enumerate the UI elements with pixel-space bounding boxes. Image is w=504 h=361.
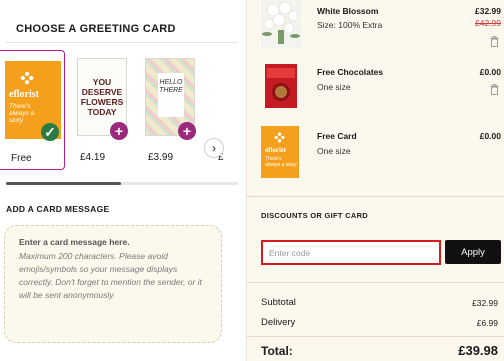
total-label: Total:: [261, 344, 293, 358]
card-price: £4.19: [80, 152, 106, 163]
delivery-value: £6.99: [476, 318, 498, 328]
card-option-hello-there[interactable]: HELLO THERE + £3.99: [140, 50, 200, 170]
greeting-card-panel: CHOOSE A GREETING CARD eflorist There's …: [0, 0, 246, 361]
discount-title: DISCOUNTS OR GIFT CARD: [261, 211, 369, 220]
card-price: Free: [11, 153, 32, 164]
apply-button[interactable]: Apply: [445, 240, 501, 264]
trash-icon[interactable]: [490, 36, 499, 47]
flower-icon: [274, 132, 285, 143]
card-logo: eflorist: [9, 89, 39, 100]
card-message-input[interactable]: Enter a card message here. Maximum 200 c…: [4, 225, 222, 343]
card-price: £3.99: [148, 152, 174, 163]
free-card-image: eflorist There's always a story: [261, 126, 299, 178]
item-name: White Blossom: [317, 6, 379, 16]
item-price: £32.99: [475, 6, 501, 16]
card-logo: eflorist: [265, 146, 286, 154]
card-tagline: There's always a story: [9, 103, 35, 124]
chevron-right-icon[interactable]: ›: [204, 138, 224, 158]
discount-code-input[interactable]: [261, 240, 441, 265]
card-option-eflorist[interactable]: eflorist There's always a story ✓ Free: [0, 50, 65, 170]
item-price: £0.00: [479, 131, 501, 141]
message-placeholder-hint: Maximum 200 characters. Please avoid emo…: [19, 251, 202, 300]
add-icon[interactable]: +: [110, 122, 128, 140]
card-message-title: ADD A CARD MESSAGE: [6, 204, 110, 214]
check-icon: ✓: [41, 123, 59, 141]
item-size: Size: 100% Extra: [317, 20, 383, 30]
carousel-scrollbar[interactable]: [6, 182, 238, 185]
basket-item: White Blossom Size: 100% Extra £32.99 £4…: [261, 0, 501, 56]
white-blossom-image: [261, 0, 301, 48]
chocolates-image: [265, 64, 297, 108]
basket-item: Free Chocolates One size £0.00: [261, 62, 501, 118]
item-name: Free Card: [317, 131, 357, 141]
scrollbar-thumb[interactable]: [6, 182, 121, 185]
trash-icon[interactable]: [490, 84, 499, 95]
card-text: YOU DESERVE FLOWERS TODAY: [80, 77, 124, 117]
divider: [6, 42, 238, 43]
card-option-you-deserve-flowers[interactable]: YOU DESERVE FLOWERS TODAY + £4.19: [72, 50, 132, 170]
item-old-price: £42.99: [475, 18, 501, 28]
divider: [247, 282, 504, 283]
card-tagline: There's always a story: [265, 156, 297, 168]
flower-icon: [20, 71, 34, 85]
total-value: £39.98: [458, 343, 498, 358]
card-carousel: eflorist There's always a story ✓ Free Y…: [0, 50, 240, 178]
item-size: One size: [317, 82, 351, 92]
divider: [247, 336, 504, 337]
item-name: Free Chocolates: [317, 67, 384, 77]
order-summary-panel: White Blossom Size: 100% Extra £32.99 £4…: [246, 0, 504, 361]
delivery-label: Delivery: [261, 317, 296, 328]
divider: [247, 196, 504, 197]
subtotal-label: Subtotal: [261, 297, 296, 308]
basket-item: eflorist There's always a story Free Car…: [261, 126, 501, 182]
item-size: One size: [317, 146, 351, 156]
card-text: HELLO THERE: [159, 79, 183, 94]
item-price: £0.00: [479, 67, 501, 77]
greeting-card-title: CHOOSE A GREETING CARD: [16, 23, 176, 35]
message-placeholder-heading: Enter a card message here.: [19, 237, 130, 247]
add-icon[interactable]: +: [178, 122, 196, 140]
subtotal-value: £32.99: [472, 298, 498, 308]
